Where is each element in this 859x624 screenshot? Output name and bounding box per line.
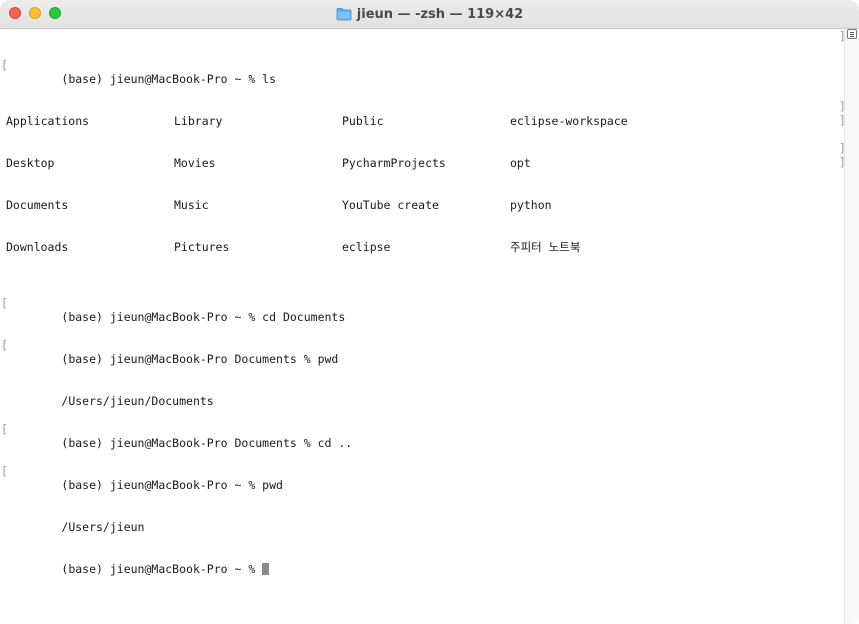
ls-output-row: Downloads Pictures eclipse 주피터 노트북 [6, 240, 580, 254]
line-mark: [ [1, 338, 8, 352]
vertical-scrollbar[interactable] [844, 29, 859, 624]
terminal-content[interactable]: [ (base) jieun@MacBook-Pro ~ % ls Applica… [0, 29, 846, 624]
terminal-line: [ (base) jieun@MacBook-Pro ~ % pwd [1, 464, 352, 492]
ls-entry: YouTube create [342, 198, 439, 212]
ls-entry: Music [174, 198, 209, 212]
folder-icon [336, 8, 352, 21]
output-line: /Users/jieun/Documents [61, 394, 214, 408]
line-mark: [ [1, 58, 8, 72]
command-line: (base) jieun@MacBook-Pro ~ % cd Document… [61, 310, 346, 324]
window-title: jieun — -zsh — 119×42 [356, 6, 524, 22]
ls-entry: Pictures [174, 240, 230, 254]
ls-entry: Applications [6, 114, 90, 128]
ls-entry: python [510, 198, 552, 212]
command-line: (base) jieun@MacBook-Pro Documents % pwd [61, 352, 339, 366]
ls-entry: 주피터 노트북 [510, 240, 581, 254]
ls-entry: Public [342, 114, 384, 128]
text-cursor [262, 563, 270, 575]
ls-entry: Movies [174, 156, 216, 170]
command-line: (base) jieun@MacBook-Pro Documents % cd … [61, 436, 353, 450]
ls-entry: Documents [6, 198, 69, 212]
ls-output-row: Applications Library Public eclipse-work… [6, 114, 628, 128]
terminal-line: /Users/jieun/Documents [6, 380, 352, 408]
terminal-line: [ (base) jieun@MacBook-Pro ~ % ls [1, 58, 352, 86]
ls-entry: eclipse-workspace [510, 114, 628, 128]
split-pane-icon[interactable] [847, 29, 857, 39]
ls-output-row: Desktop Movies PycharmProjects opt [6, 156, 531, 170]
ls-entry: Desktop [6, 156, 55, 170]
ls-entry: Downloads [6, 240, 69, 254]
ls-entry: opt [510, 156, 531, 170]
zoom-button[interactable] [49, 7, 61, 19]
line-mark: [ [1, 464, 8, 478]
minimize-button[interactable] [29, 7, 41, 19]
line-mark: [ [1, 422, 8, 436]
output-line: /Users/jieun [61, 520, 145, 534]
ls-entry: Library [174, 114, 223, 128]
terminal-line: [ (base) jieun@MacBook-Pro ~ % cd Documen… [1, 296, 352, 324]
title-bar[interactable]: jieun — -zsh — 119×42 [0, 0, 859, 29]
ls-entry: eclipse [342, 240, 391, 254]
current-prompt-line[interactable]: (base) jieun@MacBook-Pro ~ % [6, 548, 352, 576]
terminal-line: [ (base) jieun@MacBook-Pro Documents % cd… [1, 422, 352, 450]
line-mark: [ [1, 296, 8, 310]
terminal-line: /Users/jieun [6, 506, 352, 534]
terminal-output: [ (base) jieun@MacBook-Pro ~ % ls Applica… [1, 30, 628, 590]
ls-output-row: Documents Music YouTube create python [6, 198, 552, 212]
close-button[interactable] [9, 7, 21, 19]
ls-entry: PycharmProjects [342, 156, 446, 170]
terminal-window: jieun — -zsh — 119×42 [ (base) jieun@MacB… [0, 0, 859, 624]
terminal-line: [ (base) jieun@MacBook-Pro Documents % pw… [1, 338, 352, 366]
command-line: (base) jieun@MacBook-Pro ~ % pwd [61, 478, 283, 492]
command-line: (base) jieun@MacBook-Pro ~ % ls [61, 72, 277, 86]
current-prompt: (base) jieun@MacBook-Pro ~ % [61, 562, 263, 576]
